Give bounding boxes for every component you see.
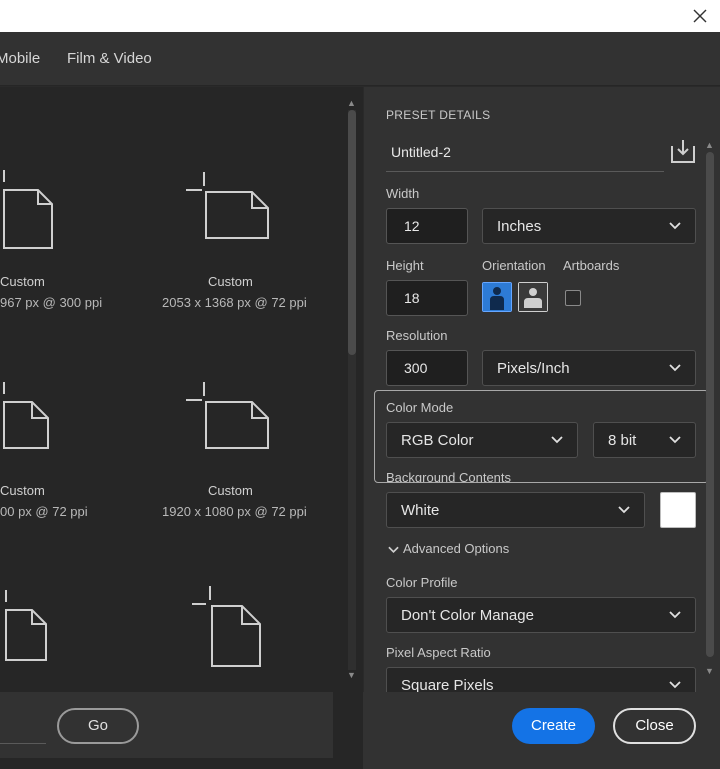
go-button[interactable]: Go	[57, 708, 139, 744]
chevron-down-icon	[551, 436, 563, 444]
chevron-down-icon	[669, 364, 681, 372]
document-preset-icon[interactable]	[190, 584, 266, 670]
chevron-down-icon	[388, 546, 399, 553]
width-label: Width	[386, 186, 420, 201]
orientation-label: Orientation	[482, 258, 546, 273]
label-clip	[375, 483, 705, 491]
scroll-up-icon[interactable]: ▲	[347, 98, 356, 108]
bit-depth-value: 8 bit	[608, 431, 637, 449]
scroll-up-icon[interactable]: ▲	[705, 140, 714, 150]
color-mode-value: RGB Color	[401, 431, 474, 449]
resolution-unit-value: Pixels/Inch	[497, 359, 570, 377]
width-unit-select[interactable]: Inches	[482, 208, 696, 244]
background-contents-select[interactable]: White	[386, 492, 645, 528]
width-input[interactable]: 12	[386, 208, 468, 244]
chevron-down-icon	[618, 506, 630, 514]
artboards-checkbox[interactable]	[565, 290, 581, 306]
document-preset-icon[interactable]	[184, 170, 272, 242]
chevron-down-icon	[669, 611, 681, 619]
height-label: Height	[386, 258, 424, 273]
preset-detail: 2053 x 1368 px @ 72 ppi	[162, 295, 307, 310]
window-titlebar	[0, 0, 720, 32]
pixel-aspect-ratio-label: Pixel Aspect Ratio	[386, 645, 491, 660]
chevron-down-icon	[669, 681, 681, 689]
preset-name: Custom	[0, 274, 45, 289]
scroll-down-icon[interactable]: ▼	[705, 666, 714, 676]
scrollbar-thumb[interactable]	[348, 110, 356, 355]
preset-detail: 1920 x 1080 px @ 72 ppi	[162, 504, 307, 519]
create-button[interactable]: Create	[512, 708, 595, 744]
advanced-options-label: Advanced Options	[403, 541, 510, 556]
preset-name: Custom	[208, 483, 253, 498]
save-preset-icon[interactable]	[670, 138, 696, 164]
height-input[interactable]: 18	[386, 280, 468, 316]
document-preset-icon[interactable]	[0, 588, 52, 668]
document-name-input[interactable]: Untitled-2	[391, 144, 451, 160]
preset-detail: 00 px @ 72 ppi	[0, 504, 88, 519]
color-mode-select[interactable]: RGB Color	[386, 422, 578, 458]
document-preset-icon[interactable]	[0, 380, 52, 452]
portrait-orientation-icon[interactable]	[482, 282, 512, 312]
bit-depth-select[interactable]: 8 bit	[593, 422, 696, 458]
preset-name: Custom	[208, 274, 253, 289]
landscape-orientation-icon[interactable]	[518, 282, 548, 312]
chevron-down-icon	[669, 222, 681, 230]
artboards-label: Artboards	[563, 258, 620, 273]
tab-film-video[interactable]: Film & Video	[67, 50, 152, 67]
tab-mobile[interactable]: Mobile	[0, 50, 40, 67]
document-preset-icon[interactable]	[0, 168, 56, 252]
resolution-unit-select[interactable]: Pixels/Inch	[482, 350, 696, 386]
preset-detail: 967 px @ 300 ppi	[0, 295, 103, 310]
close-button[interactable]: Close	[613, 708, 696, 744]
scrollbar-thumb[interactable]	[706, 152, 714, 657]
preset-details-heading: PRESET DETAILS	[386, 108, 491, 122]
name-underline	[386, 171, 664, 172]
preset-name: Custom	[0, 483, 45, 498]
resolution-label: Resolution	[386, 328, 448, 343]
width-unit-value: Inches	[497, 217, 542, 235]
close-icon[interactable]	[690, 6, 710, 26]
color-profile-value: Don't Color Manage	[401, 606, 534, 624]
scroll-down-icon[interactable]: ▼	[347, 670, 356, 680]
preset-grid-scrollbar[interactable]: ▲ ▼	[345, 98, 359, 683]
background-color-swatch[interactable]	[660, 492, 696, 528]
color-profile-label: Color Profile	[386, 575, 458, 590]
details-scrollbar[interactable]: ▲ ▼	[703, 140, 717, 680]
background-contents-value: White	[401, 501, 440, 519]
color-profile-select[interactable]: Don't Color Manage	[386, 597, 696, 633]
pixel-aspect-ratio-value: Square Pixels	[401, 676, 494, 694]
color-mode-label: Color Mode	[386, 400, 454, 415]
category-tabbar: Mobile Film & Video	[0, 32, 720, 86]
resolution-input[interactable]: 300	[386, 350, 468, 386]
search-input[interactable]	[0, 743, 46, 744]
advanced-options-toggle[interactable]: Advanced Options	[388, 541, 509, 556]
template-search-bar: Go	[0, 692, 333, 758]
document-preset-icon[interactable]	[184, 380, 272, 452]
chevron-down-icon	[669, 436, 681, 444]
